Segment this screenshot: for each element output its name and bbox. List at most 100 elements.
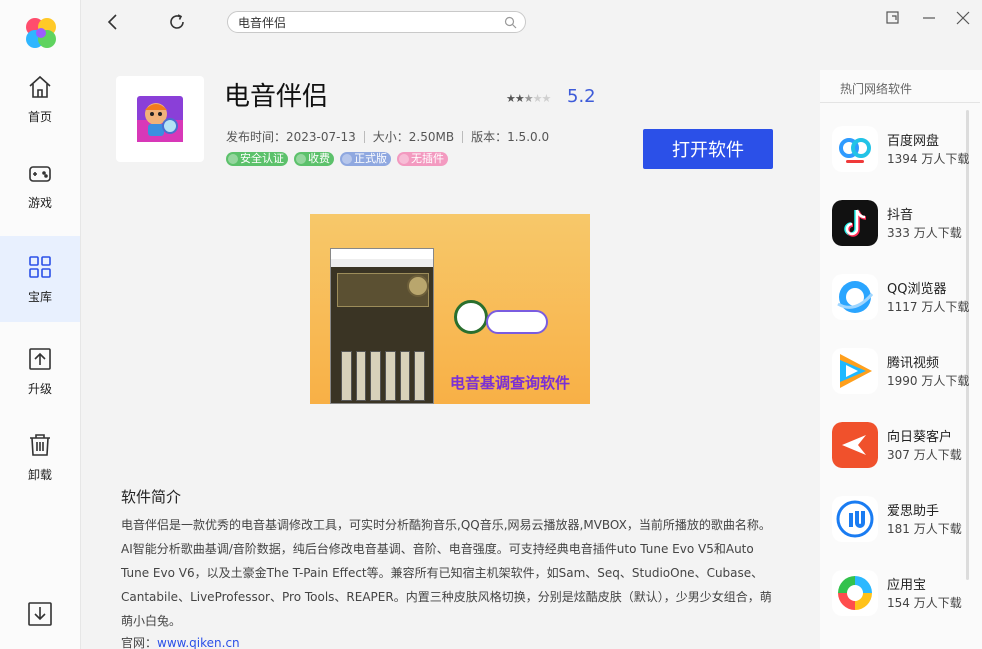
hot-item-name: 百度网盘 (887, 134, 940, 149)
intro-title: 软件简介 (121, 488, 182, 506)
screenshot-window (330, 248, 434, 404)
app-icon-container (116, 76, 204, 162)
star-full-icon: ★★ (506, 92, 525, 105)
hot-item-name: 抖音 (887, 208, 914, 223)
hot-title: 热门网络软件 (840, 82, 913, 96)
divider (363, 130, 365, 143)
tag-label: 正式版 (354, 152, 387, 165)
app-mascot-icon (137, 96, 183, 142)
search-box[interactable] (227, 11, 526, 33)
hot-item-douyin[interactable]: 抖音 333 万人下载 (832, 198, 972, 250)
size-label: 大小： (372, 130, 409, 144)
site-label: 官网： (121, 636, 158, 649)
hot-item-downloads: 1394 万人下载 (887, 152, 970, 166)
minimize-icon[interactable] (921, 10, 937, 26)
nav-label: 卸载 (27, 467, 52, 482)
tag-no-plugin: 无插件 (397, 152, 448, 166)
app-title: 电音伴侣 (224, 82, 329, 112)
screenshot-titlebar (331, 249, 433, 259)
hot-item-name: QQ浏览器 (887, 282, 947, 297)
divider (462, 130, 464, 143)
nav-item-uninstall[interactable]: 卸载 (0, 414, 80, 500)
site-link[interactable]: www.qiken.cn (157, 636, 240, 649)
official-site: 官网：www.qiken.cn (121, 634, 240, 649)
check-icon (342, 154, 352, 164)
nav-item-games[interactable]: 游戏 (0, 142, 80, 228)
search-input[interactable] (238, 12, 498, 33)
baidu-netdisk-icon (832, 126, 878, 172)
rating-score: 5.2 (567, 86, 596, 107)
version-value: 1.5.0.0 (507, 129, 550, 144)
tag-label: 收费 (308, 152, 330, 165)
size-value: 2.50MB (408, 129, 455, 144)
hot-item-qq-browser[interactable]: QQ浏览器 1117 万人下载 (832, 272, 972, 324)
screenshot-dial (407, 275, 429, 297)
nav-label: 首页 (27, 109, 52, 124)
screenshot-menubar (331, 259, 433, 267)
hot-item-name: 爱思助手 (887, 504, 940, 519)
feedback-icon[interactable] (885, 10, 901, 26)
hot-item-name: 应用宝 (887, 578, 927, 593)
hot-item-downloads: 333 万人下载 (887, 226, 962, 240)
tag-label: 无插件 (411, 152, 444, 165)
hot-item-name: 腾讯视频 (887, 356, 940, 371)
douyin-icon (832, 200, 878, 246)
hot-item-downloads: 1990 万人下载 (887, 374, 970, 388)
nav-item-home[interactable]: 首页 (0, 56, 80, 142)
home-icon (29, 75, 51, 98)
sunlogin-icon (832, 422, 878, 468)
version-label: 版本： (471, 130, 508, 144)
qq-browser-icon (832, 274, 878, 320)
tag-safe: 安全认证 (226, 152, 288, 166)
nav-label: 宝库 (27, 289, 52, 304)
hot-item-downloads: 181 万人下载 (887, 522, 962, 536)
yen-icon (296, 154, 306, 164)
back-arrow-icon[interactable] (103, 12, 123, 32)
refresh-icon[interactable] (167, 12, 187, 32)
hot-item-name: 向日葵客户 (887, 430, 953, 445)
release-label: 发布时间： (226, 130, 287, 144)
nav-item-library[interactable]: 宝库 (0, 236, 80, 322)
hot-item-i4-assistant[interactable]: 爱思助手 181 万人下载 (832, 494, 972, 546)
tag-official: 正式版 (340, 152, 391, 166)
nav-item-upgrade[interactable]: 升级 (0, 328, 80, 414)
screenshot-caption: 电音基调查询软件 (450, 374, 571, 392)
release-date: 2023-07-13 (286, 129, 356, 144)
hot-item-downloads: 1117 万人下载 (887, 300, 970, 314)
star-half-icon: ★ (523, 92, 534, 105)
screenshot-info-pill (486, 310, 548, 334)
top-bar (81, 0, 982, 44)
screenshot-logo-disc (454, 300, 488, 334)
app-store-logo-icon[interactable] (24, 16, 58, 50)
download-manager-icon[interactable] (26, 600, 54, 628)
app-tags: 安全认证 收费 正式版 无插件 (226, 152, 448, 166)
hot-item-sunlogin[interactable]: 向日葵客户 307 万人下载 (832, 420, 972, 472)
hot-software-panel: 热门网络软件 百度网盘 1394 万人下载 抖音 333 万人下载 QQ浏览器 … (820, 70, 982, 649)
trash-icon (30, 433, 50, 456)
tag-label: 安全认证 (240, 152, 284, 165)
hot-item-tencent-video[interactable]: 腾讯视频 1990 万人下载 (832, 346, 972, 398)
i4-assistant-icon (832, 496, 878, 542)
hot-item-downloads: 154 万人下载 (887, 596, 962, 610)
gamepad-icon (29, 165, 51, 182)
yingyongbao-icon (832, 570, 878, 616)
open-software-button[interactable]: 打开软件 (643, 129, 773, 169)
divider (820, 102, 980, 103)
tencent-video-icon (832, 348, 878, 394)
hot-item-baidu-netdisk[interactable]: 百度网盘 1394 万人下载 (832, 124, 972, 176)
hot-item-downloads: 307 万人下载 (887, 448, 962, 462)
nav-label: 游戏 (27, 195, 52, 210)
screenshot-sliders (341, 351, 426, 401)
tag-paid: 收费 (294, 152, 334, 166)
search-icon[interactable] (504, 16, 517, 29)
shield-icon (228, 154, 238, 164)
intro-body: 电音伴侣是一款优秀的电音基调修改工具，可实时分析酷狗音乐,QQ音乐,网易云播放器… (121, 518, 772, 628)
close-icon[interactable] (955, 10, 971, 26)
app-screenshot[interactable]: 电音基调查询软件 (310, 214, 590, 404)
hot-item-yingyongbao[interactable]: 应用宝 154 万人下载 (832, 568, 972, 620)
star-empty-icon: ★★ (532, 92, 552, 105)
apps-grid-icon (29, 255, 51, 278)
upgrade-icon (29, 347, 51, 370)
left-nav: 首页 游戏 宝库 升级 卸载 (0, 0, 81, 649)
rating-stars: ★★★★★ (506, 92, 552, 105)
